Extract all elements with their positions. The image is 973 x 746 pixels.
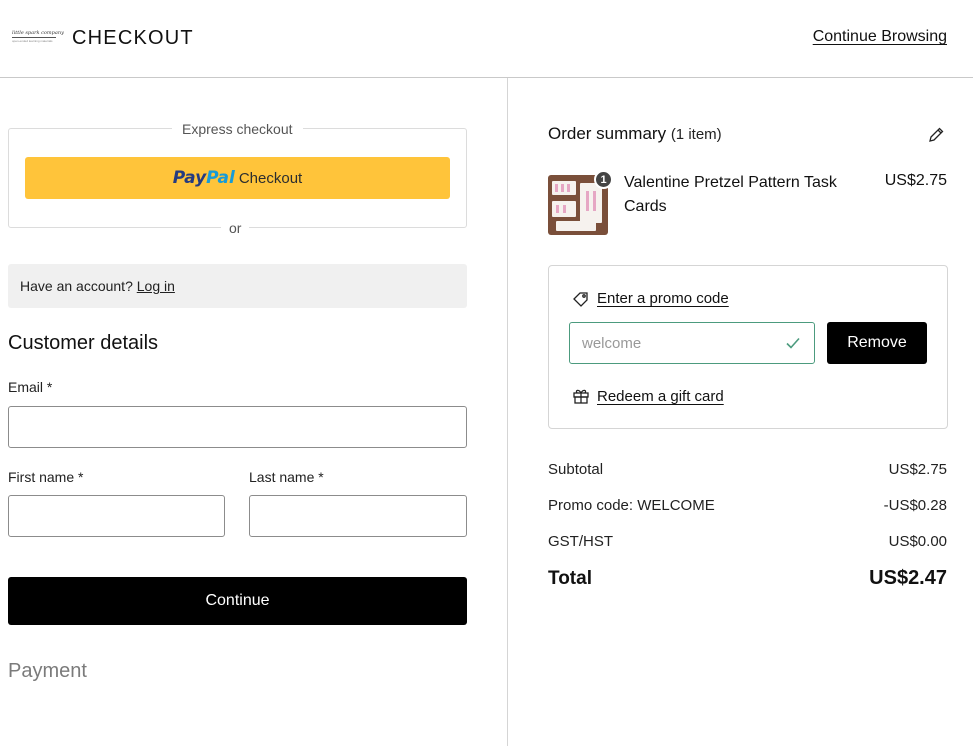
column-divider <box>507 78 508 746</box>
order-summary-label: Order summary <box>548 124 667 143</box>
or-separator: or <box>221 220 250 236</box>
email-field[interactable] <box>8 406 467 448</box>
express-checkout-label: Express checkout <box>172 121 303 137</box>
first-name-field[interactable] <box>8 495 225 537</box>
continue-browsing-link[interactable]: Continue Browsing <box>813 28 947 46</box>
tax-value: US$0.00 <box>888 533 947 550</box>
first-name-label: First name * <box>8 469 84 485</box>
last-name-label: Last name * <box>249 469 324 485</box>
order-summary-title: Order summary (1 item) <box>548 124 722 144</box>
total-value: US$2.47 <box>869 567 947 589</box>
check-icon <box>786 337 800 349</box>
promo-code-input[interactable] <box>569 322 815 364</box>
logo-line2: open-ended learning materials <box>12 39 53 43</box>
email-label: Email * <box>8 379 53 395</box>
account-prompt-box: Have an account? Log in <box>8 264 467 308</box>
total-label: Total <box>548 568 592 589</box>
logo-divider <box>12 37 56 38</box>
remove-promo-button[interactable]: Remove <box>827 322 927 364</box>
header: little spark company open-ended learning… <box>0 0 973 78</box>
redeem-gift-card-link[interactable]: Redeem a gift card <box>597 388 724 405</box>
logo-line1: little spark company <box>12 30 64 36</box>
paypal-checkout-button[interactable]: PayPal Checkout <box>25 157 450 199</box>
promo-discount-value: -US$0.28 <box>883 497 947 514</box>
tax-label: GST/HST <box>548 533 614 550</box>
payment-section-title: Payment <box>8 660 87 682</box>
product-price: US$2.75 <box>884 172 947 189</box>
enter-promo-code-link[interactable]: Enter a promo code <box>597 290 729 307</box>
product-name: Valentine Pretzel Pattern Task Cards <box>624 174 837 215</box>
page-title: CHECKOUT <box>72 27 194 49</box>
store-logo[interactable]: little spark company open-ended learning… <box>12 30 64 46</box>
continue-button[interactable]: Continue <box>8 577 467 625</box>
paypal-logo: PayPal <box>172 168 235 188</box>
item-count: (1 item) <box>670 126 722 143</box>
tag-icon <box>573 292 588 307</box>
account-prompt-text: Have an account? <box>20 278 133 294</box>
quantity-badge: 1 <box>594 170 613 189</box>
promo-discount-label: Promo code: WELCOME <box>548 497 715 514</box>
pencil-icon[interactable] <box>927 126 945 144</box>
gift-icon <box>573 389 589 404</box>
login-link[interactable]: Log in <box>137 278 175 294</box>
subtotal-label: Subtotal <box>548 461 604 478</box>
customer-details-title: Customer details <box>8 332 159 354</box>
last-name-field[interactable] <box>249 495 467 537</box>
paypal-checkout-label: Checkout <box>238 169 303 187</box>
subtotal-value: US$2.75 <box>888 461 947 478</box>
